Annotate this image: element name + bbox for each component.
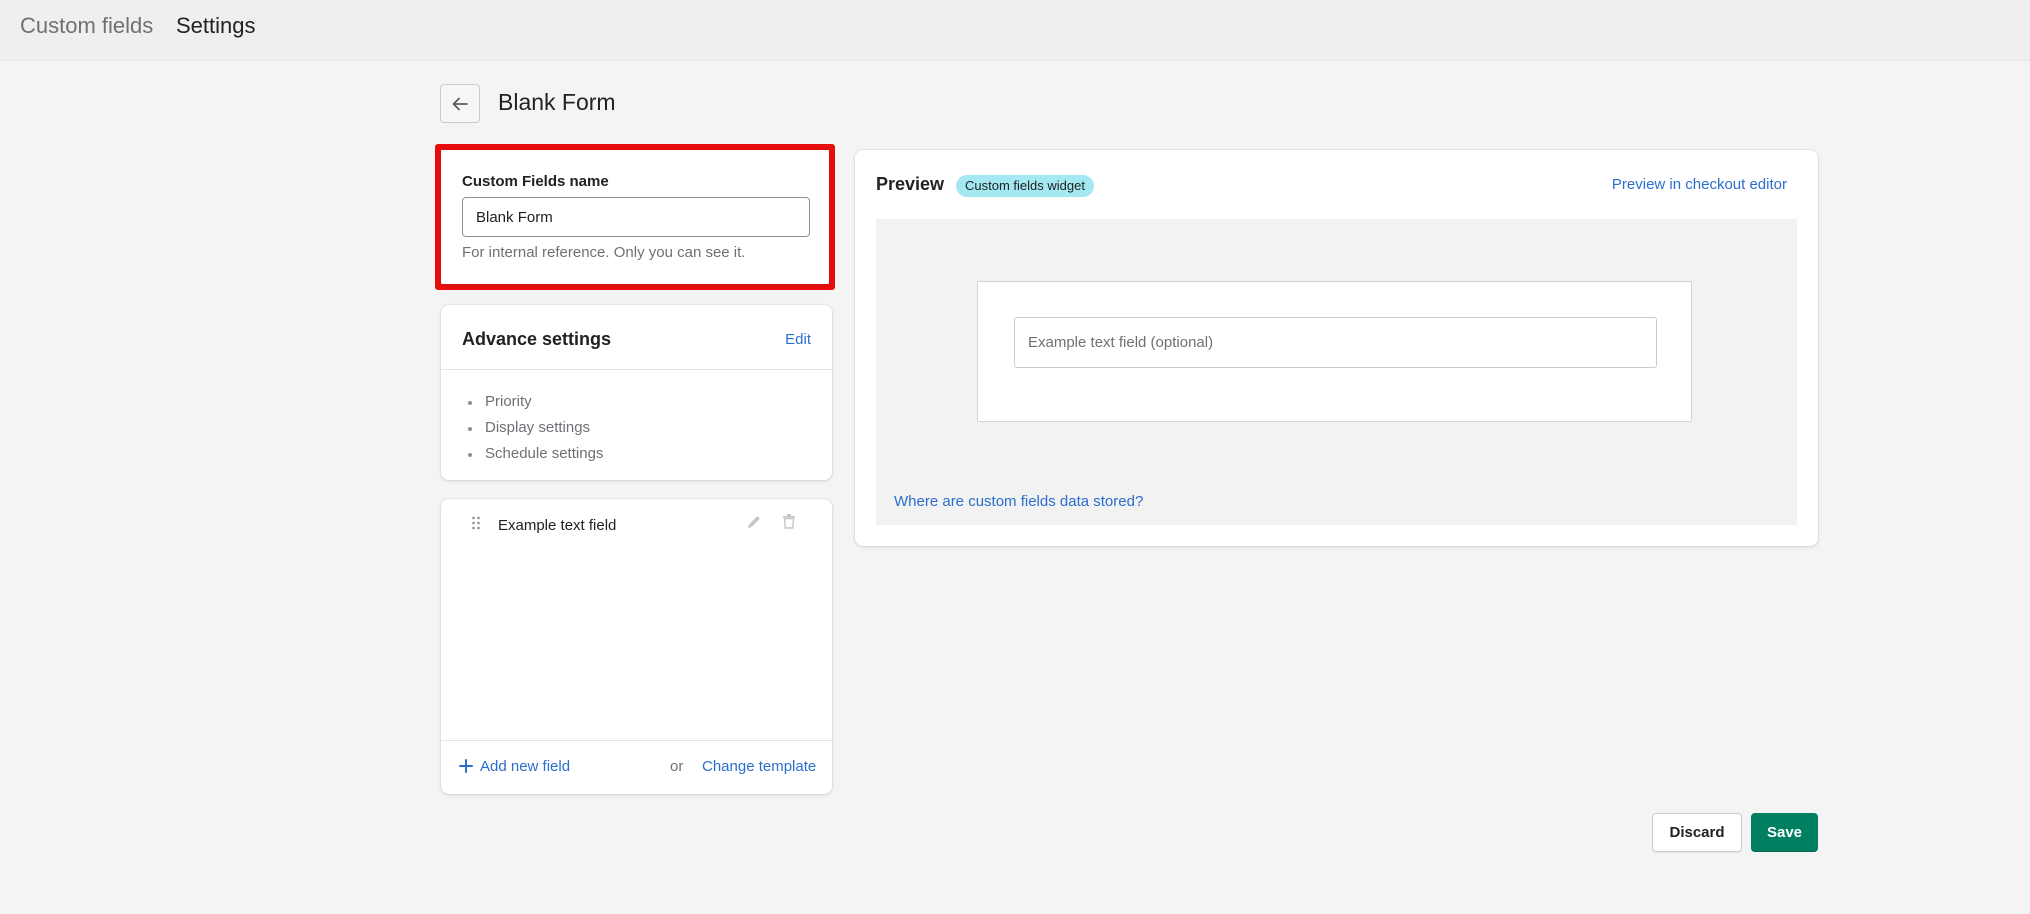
advance-settings-edit-link[interactable]: Edit: [785, 331, 811, 348]
advance-settings-title: Advance settings: [462, 329, 612, 349]
back-button[interactable]: [440, 84, 480, 123]
list-item: Priority: [467, 389, 603, 415]
breadcrumb-app[interactable]: Custom fields: [20, 13, 153, 39]
drag-handle-icon[interactable]: [471, 516, 481, 530]
data-storage-help-link[interactable]: Where are custom fields data stored?: [894, 493, 1143, 510]
change-template-link[interactable]: Change template: [702, 758, 816, 775]
field-label: Example text field: [498, 517, 617, 534]
top-bar: Custom fields Settings: [0, 0, 2030, 61]
breadcrumb-current-page: Settings: [176, 13, 256, 38]
add-new-field-link[interactable]: Add new field: [480, 758, 570, 775]
fields-footer: Add new field or Change template: [441, 740, 832, 794]
arrow-left-icon: [452, 97, 468, 110]
page-title: Blank Form: [498, 89, 616, 115]
plus-icon[interactable]: [458, 758, 474, 774]
fields-card: Example text field Add new field or Chan…: [441, 499, 832, 794]
field-row[interactable]: Example text field: [441, 499, 832, 549]
preview-area: Example text field (optional) Where are …: [876, 219, 1797, 525]
list-item: Display settings: [467, 415, 603, 441]
preview-card: Preview Custom fields widget Preview in …: [855, 150, 1818, 546]
advance-settings-header: Advance settings Edit: [441, 305, 832, 370]
or-separator: or: [670, 758, 684, 775]
name-card: Custom Fields name Blank Form For intern…: [441, 150, 829, 284]
name-input[interactable]: Blank Form: [462, 197, 810, 237]
preview-checkout-editor-link[interactable]: Preview in checkout editor: [1612, 176, 1787, 193]
widget-badge: Custom fields widget: [956, 175, 1094, 197]
discard-button[interactable]: Discard: [1652, 813, 1742, 852]
advance-settings-card: Advance settings Edit Priority Display s…: [441, 305, 832, 480]
list-item: Schedule settings: [467, 441, 603, 467]
trash-icon[interactable]: [781, 513, 797, 530]
example-text-input[interactable]: Example text field (optional): [1014, 317, 1657, 368]
name-field-label: Custom Fields name: [462, 173, 609, 190]
save-button[interactable]: Save: [1751, 813, 1818, 852]
preview-title: Preview: [876, 174, 945, 194]
advance-settings-list: Priority Display settings Schedule setti…: [467, 389, 603, 467]
widget-preview-box: Example text field (optional): [977, 281, 1692, 422]
name-help-text: For internal reference. Only you can see…: [462, 244, 746, 261]
pencil-icon[interactable]: [745, 514, 762, 531]
